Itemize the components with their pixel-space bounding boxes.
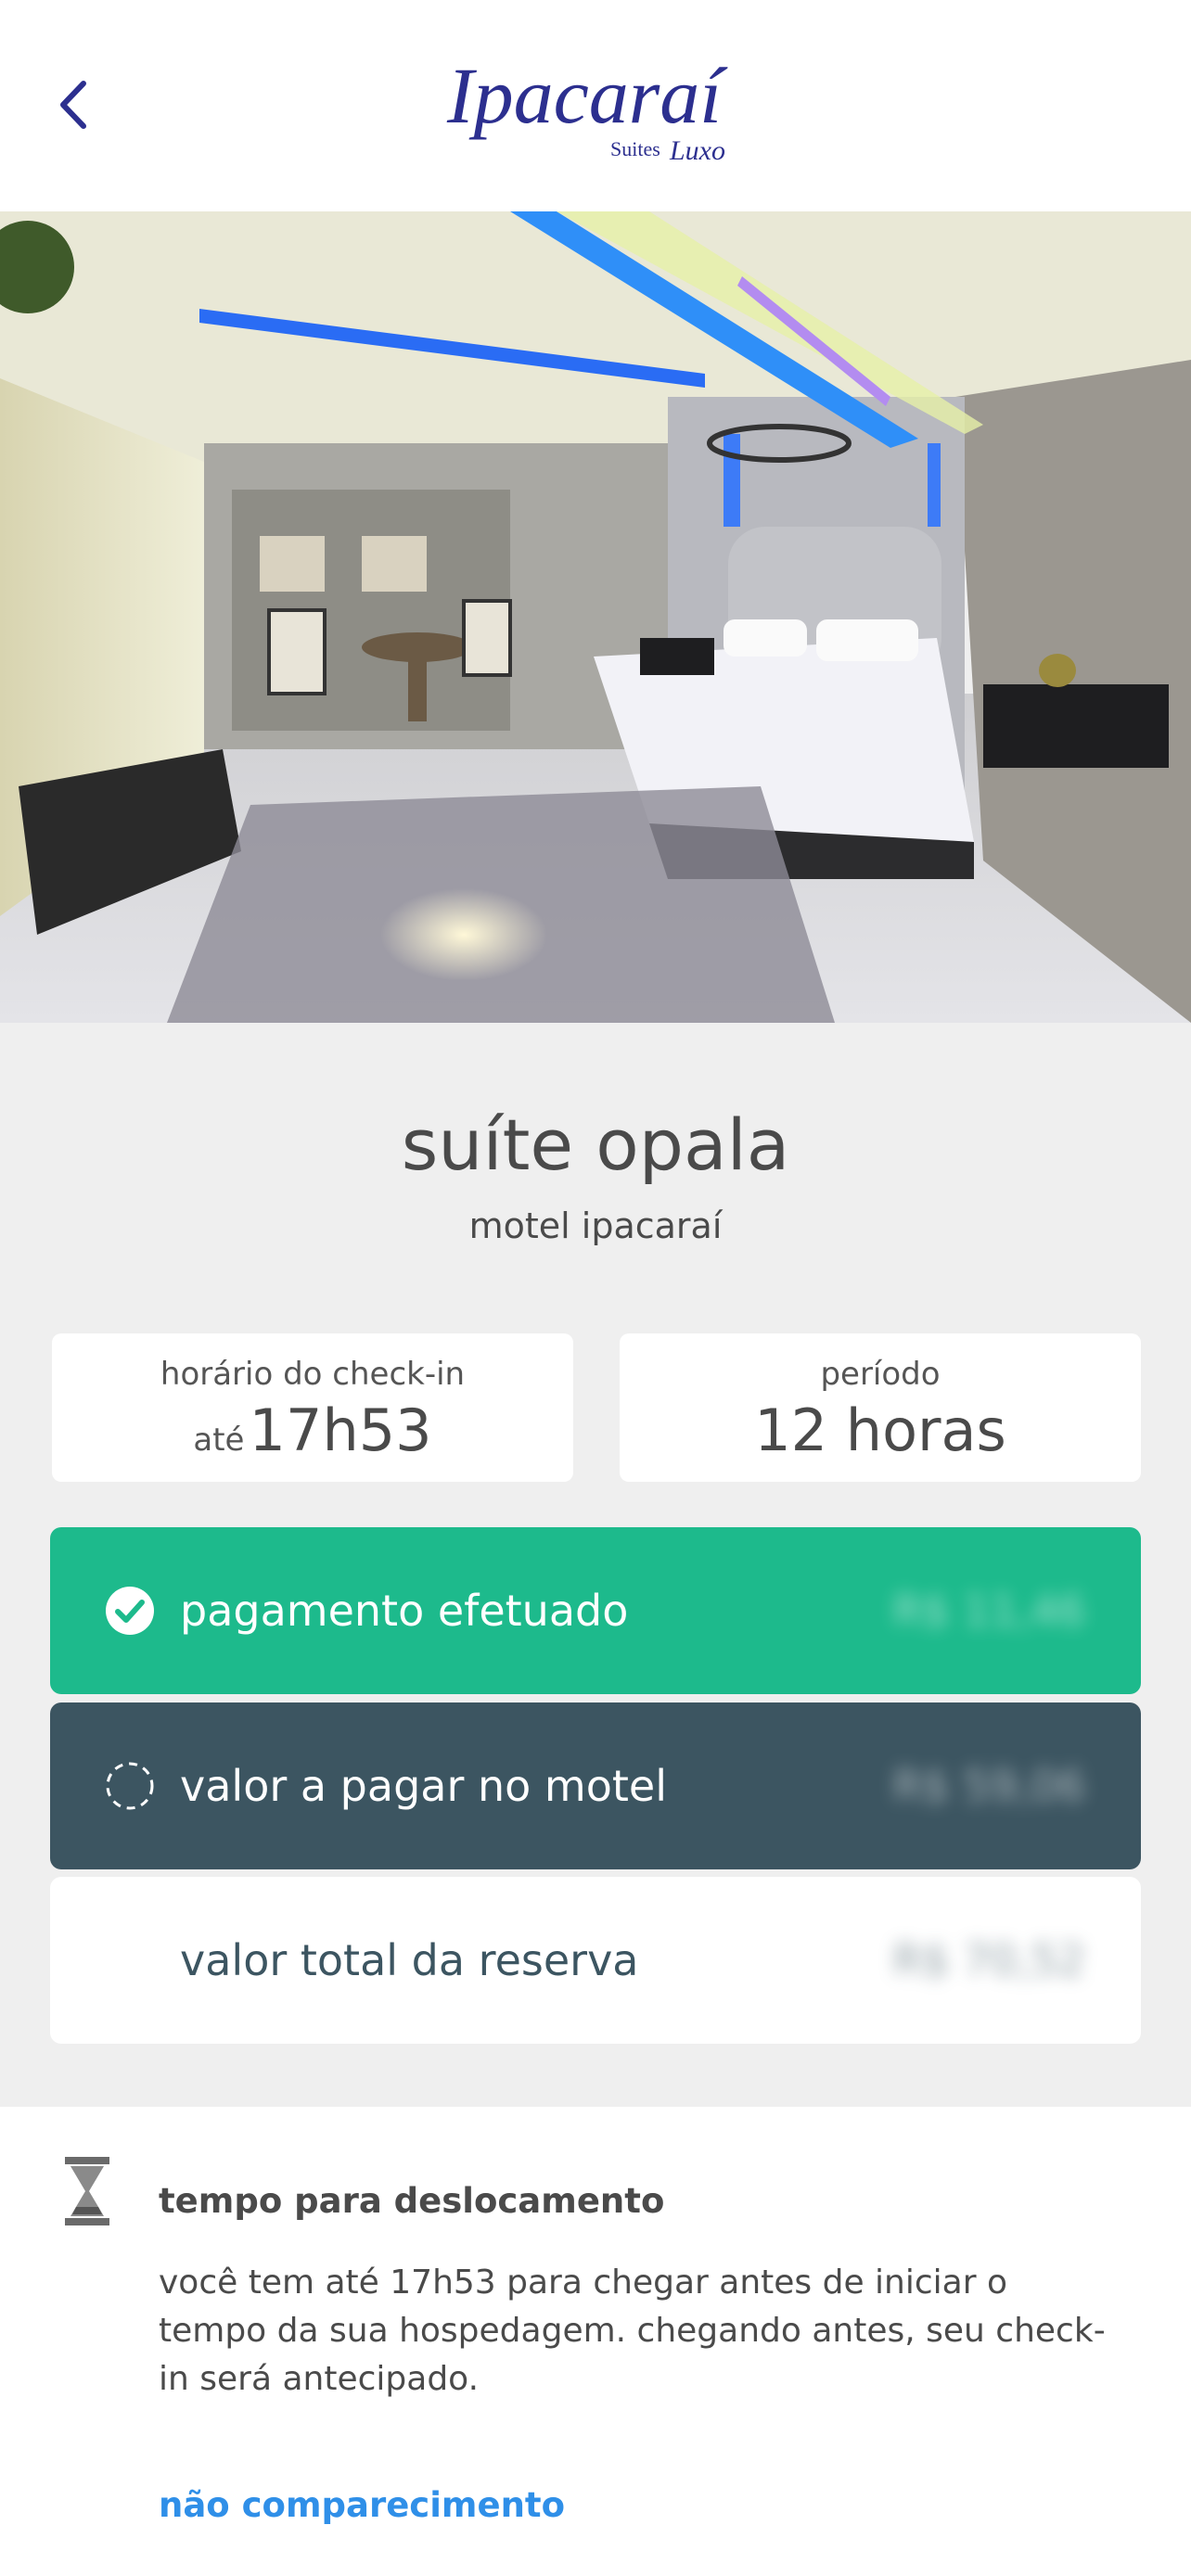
checkin-prefix: até (193, 1422, 245, 1459)
dashed-circle-icon (106, 1762, 154, 1810)
payment-due-label: valor a pagar no motel (180, 1761, 667, 1811)
no-show-link[interactable]: não comparecimento (159, 2485, 565, 2525)
payment-done-row: pagamento efetuado R$ 11,46 (50, 1527, 1141, 1694)
app-header: Ipacaraí Suites Luxo (0, 0, 1191, 211)
suite-name: suíte opala (401, 1103, 790, 1186)
chevron-left-icon (60, 81, 86, 129)
payment-due-amount: R$ 59,06 (892, 1761, 1085, 1811)
payment-done-amount: R$ 11,46 (892, 1586, 1085, 1636)
payment-total-amount: R$ 70,52 (892, 1935, 1085, 1985)
payment-due-row: valor a pagar no motel R$ 59,06 (50, 1702, 1141, 1869)
suite-photo (0, 211, 1191, 1023)
checkin-label: horário do check-in (160, 1356, 466, 1393)
motel-name: motel ipacaraí (468, 1205, 723, 1246)
travel-title: tempo para deslocamento (159, 2181, 665, 2221)
payment-total-label: valor total da reserva (180, 1935, 639, 1985)
payment-total-row: valor total da reserva R$ 70,52 (50, 1877, 1141, 2044)
svg-text:Ipacaraí: Ipacaraí (446, 51, 728, 140)
travel-info-section: tempo para deslocamento você tem até 17h… (0, 2107, 1191, 2576)
checkin-time: 17h53 (249, 1396, 432, 1464)
svg-text:Suites: Suites (610, 137, 660, 160)
checkin-card: horário do check-in até 17h53 (52, 1333, 573, 1482)
travel-description: você tem até 17h53 para chegar antes de … (159, 2264, 1106, 2398)
hourglass-icon (65, 2157, 109, 2225)
period-card: período 12 horas (620, 1333, 1141, 1482)
checkin-value-line: até 17h53 (52, 1396, 573, 1464)
payment-done-label: pagamento efetuado (180, 1586, 629, 1636)
back-button[interactable] (48, 72, 104, 137)
period-label: período (820, 1356, 941, 1393)
period-value: 12 horas (754, 1396, 1006, 1464)
motel-logo: Ipacaraí Suites Luxo (436, 37, 751, 167)
check-circle-icon (106, 1587, 154, 1635)
svg-text:Luxo: Luxo (669, 135, 725, 166)
period-value-line: 12 horas (620, 1396, 1141, 1464)
